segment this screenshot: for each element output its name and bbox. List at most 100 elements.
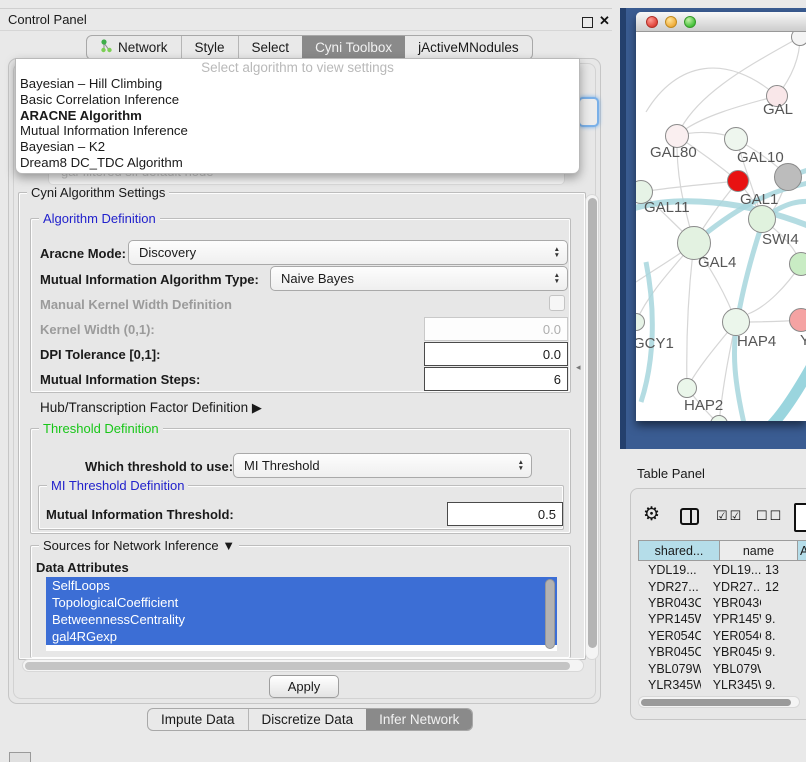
algorithm-option[interactable]: Bayesian – K2 — [16, 139, 579, 155]
table-column-header[interactable]: name — [720, 540, 798, 561]
tab-style[interactable]: Style — [181, 36, 238, 59]
export-table-icon[interactable] — [794, 503, 806, 532]
attribute-item[interactable]: SelfLoops — [46, 577, 557, 594]
table-cell: YIL052C — [638, 694, 701, 695]
network-node[interactable] — [774, 163, 802, 191]
table-row[interactable]: YDR27...YDR27...12 — [638, 578, 806, 594]
table-cell: YER054C — [638, 629, 701, 643]
zoom-traffic-light-icon[interactable] — [684, 16, 696, 28]
algorithm-option[interactable]: Bayesian – Hill Climbing — [16, 76, 579, 92]
which-threshold-value: MI Threshold — [244, 458, 320, 473]
table-row[interactable]: YIL052CYIL052C9 — [638, 693, 806, 695]
attributes-list-scrollbar[interactable] — [545, 579, 555, 649]
algorithm-option[interactable]: Basic Correlation Inference — [16, 92, 579, 108]
aracne-mode-combo[interactable]: Discovery ▲▼ — [128, 240, 568, 265]
algorithm-option[interactable]: Dream8 DC_TDC Algorithm — [16, 155, 579, 171]
which-threshold-combo[interactable]: MI Threshold ▲▼ — [233, 453, 532, 478]
table-cell: YDL19... — [701, 563, 761, 577]
table-cell: 9 — [761, 694, 806, 695]
gear-icon[interactable]: ⚙ — [643, 503, 660, 526]
table-cell: YPR145W — [701, 612, 761, 626]
mi-steps-value: 6 — [554, 372, 561, 387]
mi-steps-field[interactable]: 6 — [424, 367, 568, 391]
attribute-item[interactable]: TopologicalCoefficient — [46, 594, 557, 611]
column-layout-icon[interactable] — [680, 508, 699, 525]
network-node[interactable] — [677, 378, 697, 398]
control-panel-tabs: NetworkStyle Select Cyni ToolboxjActiveMNo… — [86, 35, 533, 60]
node-label: SWI4 — [762, 231, 799, 248]
split-collapse-arrow[interactable]: ◂ — [576, 362, 581, 373]
data-attributes-label: Data Attributes — [36, 560, 129, 575]
table-cell: 8. — [761, 629, 806, 643]
hide-columns-icon[interactable]: ☐☐ — [756, 508, 783, 524]
attribute-item[interactable]: gal4RGexp — [46, 628, 557, 645]
network-node[interactable] — [727, 170, 749, 192]
vertical-scrollbar-thumb[interactable] — [588, 198, 597, 648]
mi-type-label: Mutual Information Algorithm Type: — [40, 272, 259, 287]
table-row[interactable]: YBL079WYBL079W — [638, 660, 806, 676]
manual-kernel-checkbox — [549, 295, 565, 311]
algorithm-option[interactable]: Mutual Information Inference — [16, 123, 579, 139]
dpi-tolerance-field[interactable]: 0.0 — [424, 342, 568, 366]
table-column-header[interactable]: A — [798, 540, 806, 561]
algorithm-dropdown-list: Select algorithm to view settings Bayesi… — [15, 58, 580, 174]
network-node[interactable] — [722, 308, 750, 336]
hub-definition-toggle[interactable]: Hub/Transcription Factor Definition ▶ — [40, 400, 262, 416]
mi-type-value: Naive Bayes — [281, 271, 354, 286]
stepper-arrows-icon: ▲▼ — [554, 247, 567, 258]
threshold-definition-title: Threshold Definition — [39, 421, 163, 436]
mi-threshold-field[interactable]: 0.5 — [447, 502, 563, 526]
tab-label: Select — [252, 40, 290, 55]
close-icon[interactable]: ✕ — [599, 13, 610, 29]
close-traffic-light-icon[interactable] — [646, 16, 658, 28]
mi-type-combo[interactable]: Naive Bayes ▲▼ — [270, 266, 568, 291]
minimize-traffic-light-icon[interactable] — [665, 16, 677, 28]
network-canvas[interactable]: GALGAL80GAL10GAL1GAL11SWI4GAL4GCY1HAP4YH… — [636, 32, 806, 421]
vertical-scrollbar-track — [585, 194, 599, 660]
table-row[interactable]: YBR045CYBR045C9. — [638, 644, 806, 660]
algorithm-definition-title: Algorithm Definition — [39, 211, 160, 226]
apply-button-label: Apply — [288, 679, 321, 694]
table-scrollbar-thumb[interactable] — [641, 699, 791, 706]
algorithm-combo-fragment[interactable] — [578, 97, 599, 127]
tab-cyni-toolbox[interactable]: Cyni Toolbox — [302, 36, 405, 59]
bottom-tab-discretize-data[interactable]: Discretize Data — [248, 709, 367, 730]
tab-jactivemnodules[interactable]: jActiveMNodules — [405, 36, 532, 59]
show-columns-icon[interactable]: ☑☑ — [716, 508, 743, 524]
mi-steps-label: Mutual Information Steps: — [40, 372, 200, 387]
tab-network[interactable]: Network — [87, 36, 181, 59]
table-row[interactable]: YER054CYER054C8. — [638, 628, 806, 644]
network-node[interactable] — [789, 308, 806, 332]
tab-select[interactable]: Select — [238, 36, 303, 59]
algorithm-option[interactable]: ARACNE Algorithm — [16, 108, 579, 124]
table-row[interactable]: YLR345WYLR345W9. — [638, 677, 806, 693]
horizontal-scrollbar-thumb[interactable] — [25, 662, 570, 670]
attribute-item[interactable]: BetweennessCentrality — [46, 611, 557, 628]
mi-threshold-value: 0.5 — [538, 507, 556, 522]
network-window-titlebar[interactable] — [636, 12, 806, 32]
algorithm-dropdown-items: Bayesian – Hill ClimbingBasic Correlatio… — [16, 76, 579, 171]
network-node[interactable] — [724, 127, 748, 151]
table-cell: YPR145W — [638, 612, 701, 626]
table-cell: YDR27... — [638, 580, 701, 594]
table-row[interactable]: YBR043CYBR043C — [638, 595, 806, 611]
network-node[interactable] — [748, 205, 776, 233]
dpi-tolerance-value: 0.0 — [543, 347, 561, 362]
minimized-panel-button[interactable] — [9, 752, 31, 762]
table-cell: YBL079W — [701, 662, 761, 676]
table-row[interactable]: YDL19...YDL19...13 — [638, 562, 806, 578]
node-label: HAP4 — [737, 333, 776, 350]
float-window-icon[interactable] — [582, 16, 593, 31]
node-label: GAL10 — [737, 149, 784, 166]
table-cell: YBR043C — [701, 596, 761, 610]
bottom-tab-impute-data[interactable]: Impute Data — [148, 709, 248, 730]
bottom-tab-infer-network[interactable]: Infer Network — [366, 709, 472, 730]
network-node[interactable] — [791, 32, 806, 46]
control-panel-title: Control Panel — [8, 12, 87, 27]
network-node[interactable] — [789, 252, 806, 276]
table-column-header[interactable]: shared... — [638, 540, 720, 561]
table-cell: YLR345W — [638, 678, 701, 692]
table-row[interactable]: YPR145WYPR145W9. — [638, 611, 806, 627]
expanded-arrow-icon[interactable]: ▼ — [222, 538, 235, 553]
apply-button[interactable]: Apply — [269, 675, 339, 698]
